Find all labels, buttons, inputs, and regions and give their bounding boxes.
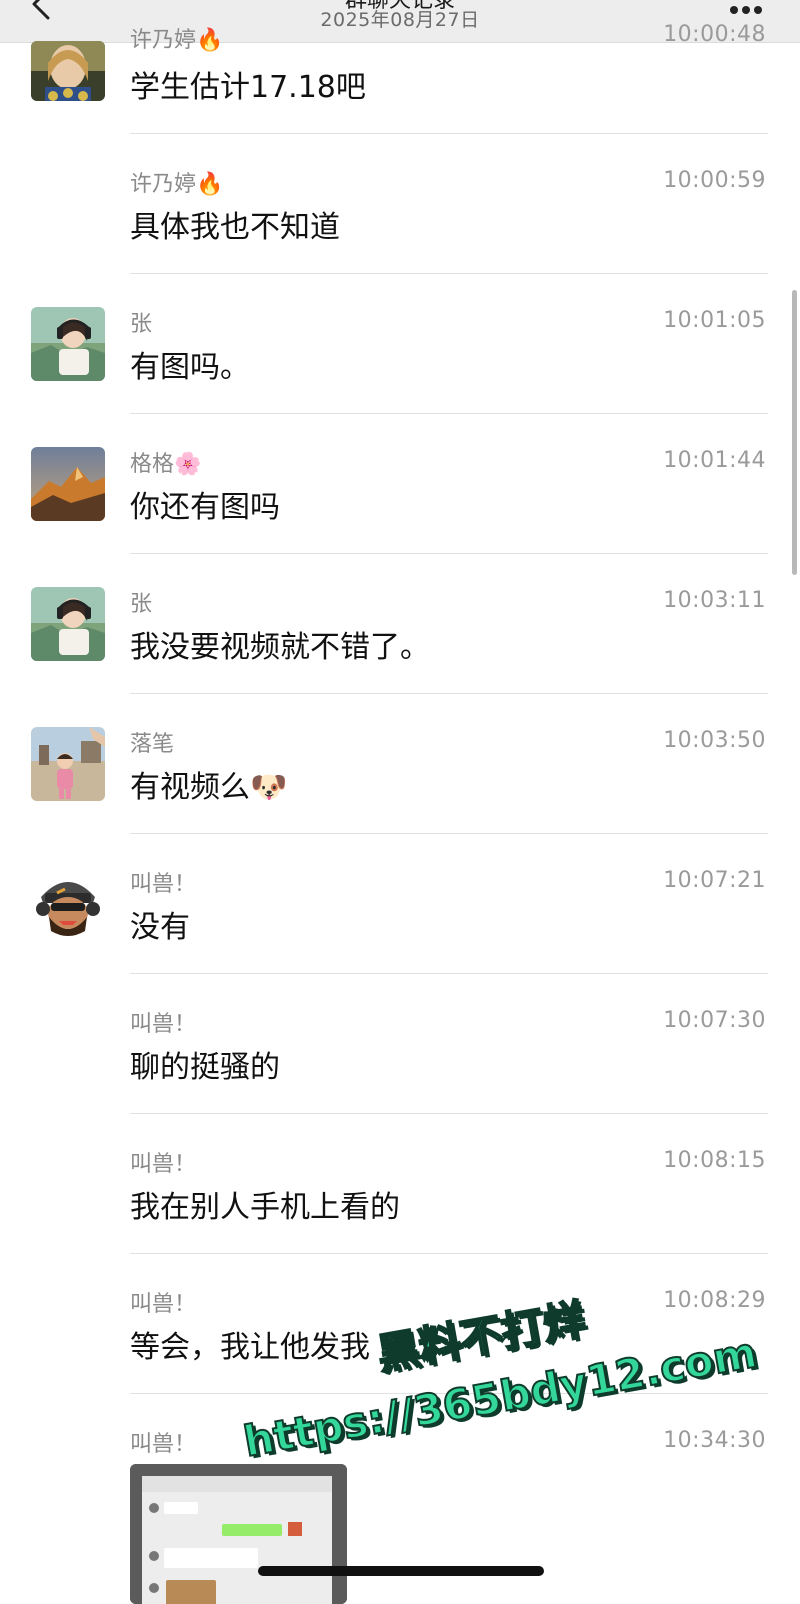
sender-name: 张	[130, 592, 153, 617]
message-text[interactable]: 具体我也不知道	[130, 202, 340, 246]
message-text[interactable]: 学生估计17.18吧	[130, 62, 366, 106]
sender-name: 格格🌸	[130, 452, 202, 477]
message-text[interactable]: 有图吗。	[130, 342, 250, 386]
anime-girl-headphones-avatar[interactable]	[31, 307, 105, 381]
home-indicator[interactable]	[258, 1566, 544, 1576]
sender-name: 叫兽！	[130, 872, 197, 897]
message-time: 10:00:48	[663, 22, 766, 47]
message-row[interactable]: 许乃婷🔥 10:00:48 学生估计17.18吧	[0, 0, 800, 134]
child-photo-avatar[interactable]	[31, 727, 105, 801]
message-row[interactable]: 叫兽！ 10:07:21 没有	[0, 834, 800, 974]
screenshot-image-icon	[130, 1464, 347, 1604]
message-text[interactable]: 聊的挺骚的	[130, 1042, 280, 1086]
portrait-woman-avatar[interactable]	[31, 41, 105, 101]
message-time: 10:03:50	[663, 728, 766, 753]
message-row[interactable]: 叫兽！ 10:07:30 聊的挺骚的	[0, 974, 800, 1114]
message-row[interactable]: 张 10:03:11 我没要视频就不错了。	[0, 554, 800, 694]
message-time: 10:03:11	[663, 588, 766, 613]
scrollbar[interactable]	[792, 290, 797, 575]
message-time: 10:07:21	[663, 868, 766, 893]
message-row[interactable]: 叫兽！ 10:34:30	[0, 1394, 800, 1594]
sender-name: 叫兽！	[130, 1012, 197, 1037]
message-text[interactable]: 你还有图吗	[130, 482, 280, 526]
message-time: 10:07:30	[663, 1008, 766, 1033]
message-time: 10:34:30	[663, 1428, 766, 1453]
sender-name: 许乃婷🔥	[130, 28, 224, 53]
sender-name: 落笔	[130, 732, 175, 757]
message-time: 10:01:44	[663, 448, 766, 473]
sender-name: 叫兽！	[130, 1152, 197, 1177]
chat-image-thumbnail[interactable]	[130, 1464, 347, 1604]
message-time: 10:01:05	[663, 308, 766, 333]
message-row[interactable]: 叫兽！ 10:08:15 我在别人手机上看的	[0, 1114, 800, 1254]
message-text[interactable]: 没有	[130, 902, 190, 946]
mountain-sunset-avatar[interactable]	[31, 447, 105, 521]
message-row[interactable]: 叫兽！ 10:08:29 等会，我让他发我	[0, 1254, 800, 1394]
sender-name: 叫兽！	[130, 1432, 197, 1457]
anime-girl-headphones-avatar[interactable]	[31, 587, 105, 661]
sender-name: 张	[130, 312, 153, 337]
sender-name: 叫兽！	[130, 1292, 197, 1317]
message-text[interactable]: 我在别人手机上看的	[130, 1182, 400, 1226]
message-row[interactable]: 许乃婷🔥 10:00:59 具体我也不知道	[0, 134, 800, 274]
message-time: 10:08:15	[663, 1148, 766, 1173]
sender-name: 许乃婷🔥	[130, 172, 224, 197]
message-row[interactable]: 格格🌸 10:01:44 你还有图吗	[0, 414, 800, 554]
message-text[interactable]: 有视频么🐶	[130, 762, 287, 806]
message-row[interactable]: 落笔 10:03:50 有视频么🐶	[0, 694, 800, 834]
message-text[interactable]: 等会，我让他发我	[130, 1322, 370, 1366]
cartoon-soldier-avatar[interactable]	[31, 867, 105, 941]
message-time: 10:00:59	[663, 168, 766, 193]
message-text[interactable]: 我没要视频就不错了。	[130, 622, 430, 666]
message-row[interactable]: 张 10:01:05 有图吗。	[0, 274, 800, 414]
message-time: 10:08:29	[663, 1288, 766, 1313]
